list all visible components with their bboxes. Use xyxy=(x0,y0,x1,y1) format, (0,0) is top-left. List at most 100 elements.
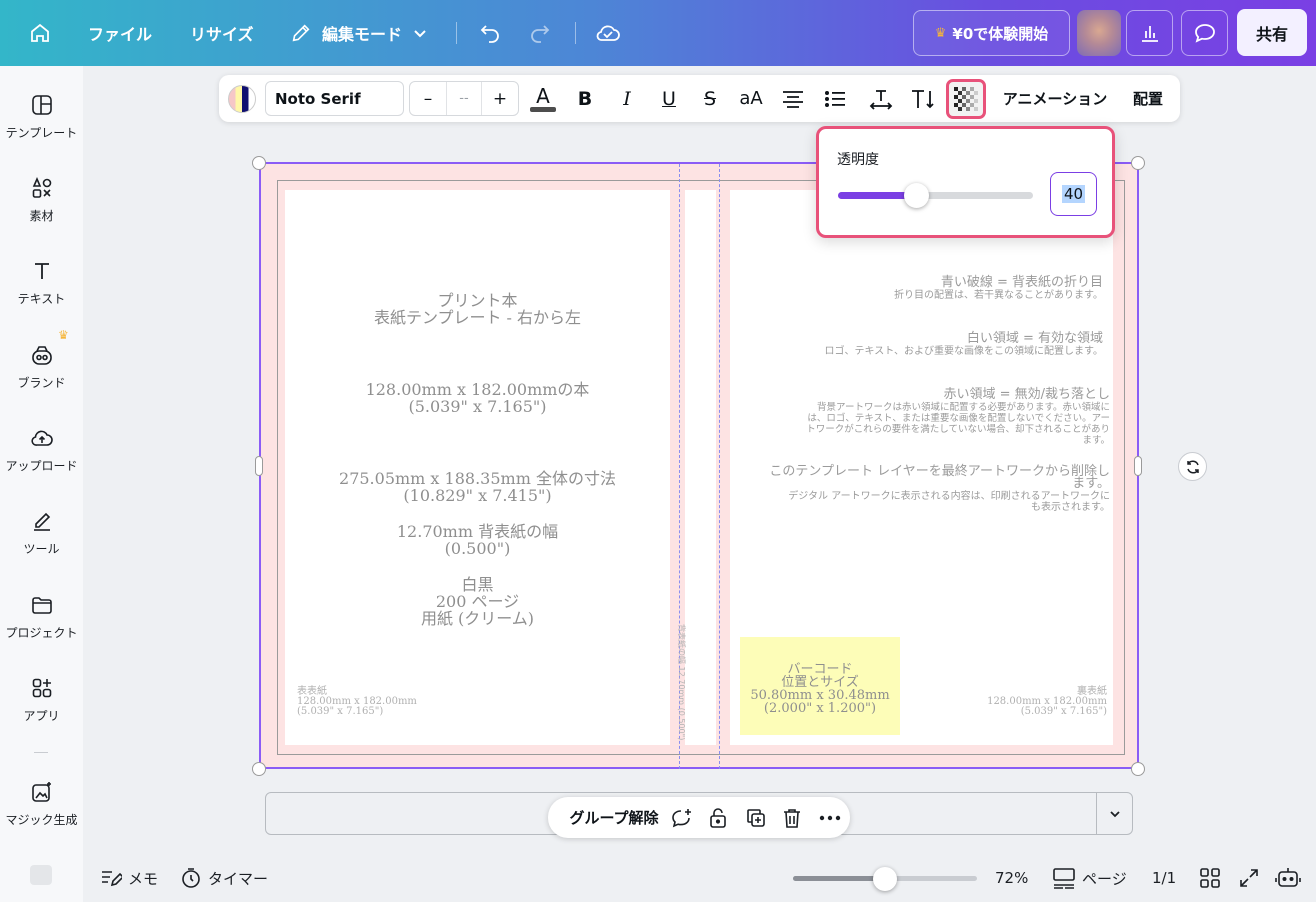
resize-menu[interactable]: リサイズ xyxy=(190,0,254,66)
edit-mode-menu[interactable]: 編集モード xyxy=(290,0,428,66)
avatar[interactable] xyxy=(1077,10,1121,56)
cover-line: 表紙テンプレート - 右から左 xyxy=(373,308,582,327)
note-title: このテンプレート レイヤーを最終アートワークから削除し xyxy=(769,464,1110,479)
position-button[interactable]: 配置 xyxy=(1127,75,1169,122)
file-menu[interactable]: ファイル xyxy=(88,0,152,66)
letter-spacing-icon[interactable] xyxy=(867,75,895,122)
overall-size-block[interactable]: 275.05mm x 188.35mm 全体の寸法 (10.829" x 7.4… xyxy=(285,470,670,504)
chevron-down-icon xyxy=(1110,810,1120,817)
pages-button[interactable]: ページ xyxy=(1052,862,1127,894)
barcode-area[interactable]: バーコード 位置とサイズ 50.80mm x 30.48mm (2.000" x… xyxy=(740,637,900,735)
fullscreen-icon[interactable] xyxy=(1238,862,1260,894)
transparency-slider-thumb[interactable] xyxy=(903,183,929,208)
notes-button[interactable]: メモ xyxy=(100,862,158,894)
resize-handle-top-right[interactable] xyxy=(1131,156,1145,170)
trim-size-block[interactable]: 128.00mm x 182.00mmの本 (5.039" x 7.165") xyxy=(285,381,670,415)
home-icon[interactable] xyxy=(28,0,52,66)
cloud-saved-icon[interactable] xyxy=(595,0,621,66)
letter-case-button[interactable]: aA xyxy=(737,75,765,122)
underline-button[interactable]: U xyxy=(655,75,683,122)
expand-notes-button[interactable] xyxy=(1096,792,1133,835)
sidebar-item-label: プロジェクト xyxy=(5,626,78,640)
sidebar-item-uploads[interactable]: アップロード xyxy=(0,425,83,474)
sidebar-item-apps[interactable]: アプリ xyxy=(0,675,83,724)
magic-icon xyxy=(29,779,55,805)
bold-button[interactable]: B xyxy=(571,75,599,122)
timer-button[interactable]: タイマー xyxy=(180,862,268,894)
zoom-level[interactable]: 72% xyxy=(995,862,1028,894)
grid-view-icon[interactable] xyxy=(1199,862,1221,894)
zoom-slider[interactable] xyxy=(793,867,977,891)
sidebar-item-magic[interactable]: マジック生成 xyxy=(0,779,83,828)
transparency-button[interactable] xyxy=(946,79,986,119)
bullet-list-icon[interactable] xyxy=(821,75,849,122)
front-cover-safe-area xyxy=(285,190,670,745)
spine-width-block[interactable]: 12.70mm 背表紙の幅 (0.500") xyxy=(285,523,670,557)
text-color-button[interactable]: A xyxy=(528,75,558,122)
color-swatch-icon xyxy=(228,84,256,113)
line-spacing-icon[interactable] xyxy=(909,75,937,122)
divider xyxy=(575,22,576,44)
note-desc: ます。 xyxy=(1082,435,1110,446)
animation-button[interactable]: アニメーション xyxy=(997,75,1113,122)
red-area-note[interactable]: 赤い領域 = 無効/裁ち落とし 背景アートワークは赤い領域に配置する必要がありま… xyxy=(741,388,1110,447)
white-area-note[interactable]: 白い領域 = 有効な領域 ロゴ、テキスト、および重要な画像をこの領域に配置します… xyxy=(741,332,1104,358)
book-cover-page[interactable]: プリント本 表紙テンプレート - 右から左 128.00mm x 182.00m… xyxy=(259,162,1139,769)
zoom-slider-thumb[interactable] xyxy=(873,867,897,891)
share-button[interactable]: 共有 xyxy=(1237,9,1307,56)
transparency-slider[interactable] xyxy=(838,183,1033,208)
resize-handle-right[interactable] xyxy=(1134,456,1142,476)
add-comment-icon[interactable] xyxy=(668,797,696,838)
back-cover-corner-label[interactable]: 裏表紙 128.00mm x 182.00mm (5.039" x 7.165"… xyxy=(961,687,1107,717)
free-trial-button[interactable]: ♛ ¥0で体験開始 xyxy=(913,10,1070,56)
cover-title-block[interactable]: プリント本 表紙テンプレート - 右から左 xyxy=(285,292,670,326)
sidebar-item-brand[interactable]: ♛ ブランド xyxy=(0,328,83,391)
redo-icon[interactable] xyxy=(528,0,552,66)
lock-icon[interactable] xyxy=(704,797,732,838)
undo-icon[interactable] xyxy=(478,0,502,66)
sidebar-item-label: マジック生成 xyxy=(5,813,78,827)
bar-chart-icon xyxy=(1141,26,1158,42)
trash-icon[interactable] xyxy=(778,797,806,838)
cover-line: 白黒 xyxy=(461,575,494,594)
rotate-handle[interactable] xyxy=(1178,452,1207,481)
sidebar-item-tools[interactable]: ツール xyxy=(0,508,83,557)
resize-handle-top-left[interactable] xyxy=(252,156,266,170)
insights-button[interactable] xyxy=(1126,10,1173,56)
sidebar-item-projects[interactable]: プロジェクト xyxy=(0,592,83,641)
spine-label[interactable]: 背表紙の幅 12.70mm (0.500") xyxy=(676,624,687,754)
more-options-icon[interactable] xyxy=(816,797,844,838)
comments-button[interactable] xyxy=(1181,10,1228,56)
page-count[interactable]: 1/1 xyxy=(1152,862,1176,894)
ungroup-button[interactable]: グループ解除 xyxy=(560,797,668,838)
font-family-select[interactable]: Noto Serif xyxy=(265,81,404,116)
font-size-input[interactable]: -- xyxy=(446,82,482,115)
resize-handle-bottom-left[interactable] xyxy=(252,762,266,776)
sidebar-item-label: ツール xyxy=(23,542,60,556)
paper-spec-block[interactable]: 白黒 200 ページ 用紙 (クリーム) xyxy=(285,576,670,627)
resize-handle-bottom-right[interactable] xyxy=(1131,762,1145,776)
crown-icon: ♛ xyxy=(58,328,69,342)
free-trial-label: ¥0で体験開始 xyxy=(952,24,1049,43)
duplicate-icon[interactable] xyxy=(742,797,770,838)
strikethrough-button[interactable]: S xyxy=(696,75,724,122)
font-size-increase-button[interactable]: + xyxy=(482,82,518,115)
font-size-decrease-button[interactable]: – xyxy=(410,82,446,115)
cover-line: プリント本 xyxy=(437,291,518,310)
sidebar-item-text[interactable]: テキスト xyxy=(0,258,83,307)
blue-line-note[interactable]: 青い破線 = 背表紙の折り目 折り目の配置は、若干異なることがあります。 xyxy=(741,276,1103,302)
text-color-glyph: A xyxy=(536,83,550,108)
sidebar-item-templates[interactable]: テンプレート xyxy=(0,92,83,141)
timer-icon xyxy=(182,868,200,888)
color-swatch[interactable] xyxy=(30,865,52,885)
transparency-input[interactable]: 40 xyxy=(1050,172,1097,216)
sidebar-item-label: 素材 xyxy=(29,209,54,223)
align-center-icon[interactable] xyxy=(779,75,807,122)
sidebar-item-elements[interactable]: 素材 xyxy=(0,175,83,224)
italic-button[interactable]: I xyxy=(613,75,641,122)
delete-layer-note[interactable]: このテンプレート レイヤーを最終アートワークから削除し ます。 デジタル アート… xyxy=(741,465,1110,513)
assistant-icon[interactable] xyxy=(1275,862,1301,894)
resize-handle-left[interactable] xyxy=(255,456,263,476)
front-cover-corner-label[interactable]: 表表紙 128.00mm x 182.00mm (5.039" x 7.165"… xyxy=(297,687,417,717)
color-picker-button[interactable] xyxy=(227,75,257,122)
